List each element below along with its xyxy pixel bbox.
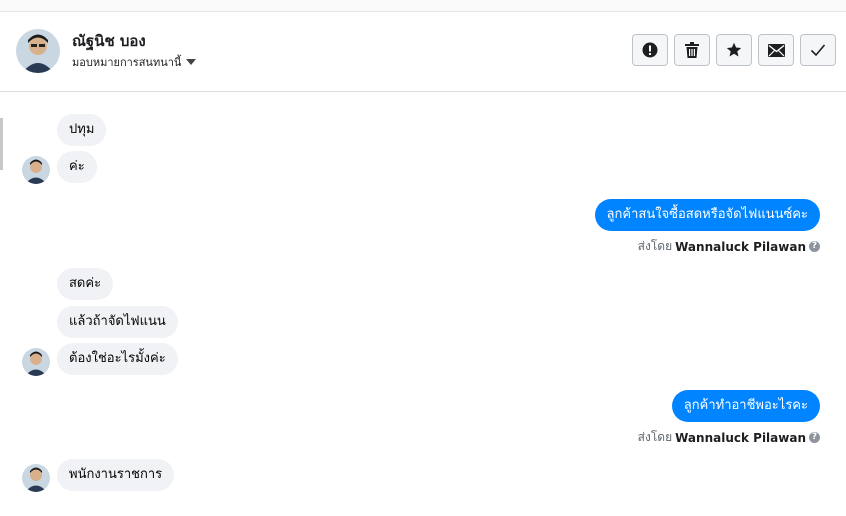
customer-avatar — [22, 464, 50, 492]
incoming-message: ค่ะ — [57, 151, 97, 183]
help-icon[interactable]: ? — [809, 432, 820, 443]
exclamation-icon — [642, 42, 658, 58]
conversation-header: ณัฐนิช บอง มอบหมายการสนทนานี้ — [0, 12, 846, 92]
mark-done-button[interactable] — [800, 34, 836, 66]
incoming-message: แล้วถ้าจัดไฟแนน — [57, 306, 178, 338]
incoming-message: ต้องใช่อะไรมั้งค่ะ — [57, 343, 178, 375]
assign-conversation-dropdown[interactable]: มอบหมายการสนทนานี้ — [72, 53, 197, 71]
action-toolbar — [632, 34, 836, 66]
sent-by-prefix: ส่งโดย — [637, 239, 673, 253]
avatar[interactable] — [16, 29, 60, 73]
outgoing-message: ลูกค้าสนใจซื้อสดหรือจัดไฟแนนซ์คะ — [594, 199, 820, 231]
sent-by-label: ส่งโดย Wannaluck Pilawan ? — [638, 237, 820, 256]
trash-icon — [685, 42, 699, 58]
agent-name: Wannaluck Pilawan — [675, 239, 806, 254]
caret-down-icon — [186, 59, 197, 65]
customer-avatar — [22, 348, 50, 376]
incoming-message: พนักงานราชการ — [57, 459, 175, 491]
sent-by-label: ส่งโดย Wannaluck Pilawan ? — [638, 428, 820, 447]
window-top-strip — [0, 0, 846, 12]
incoming-message: ปทุม — [57, 114, 107, 146]
customer-avatar — [22, 156, 50, 184]
incoming-message: สดค่ะ — [57, 268, 114, 300]
sent-by-prefix: ส่งโดย — [637, 430, 673, 444]
mark-spam-button[interactable] — [632, 34, 668, 66]
star-icon — [726, 42, 742, 57]
help-icon[interactable]: ? — [809, 241, 820, 252]
contact-name: ณัฐนิช บอง — [72, 32, 146, 50]
delete-button[interactable] — [674, 34, 710, 66]
envelope-icon — [767, 43, 785, 57]
mark-unread-button[interactable] — [758, 34, 794, 66]
assign-label: มอบหมายการสนทนานี้ — [72, 56, 182, 69]
scrollbar[interactable] — [0, 118, 3, 170]
outgoing-message: ลูกค้าทำอาชีพอะไรคะ — [671, 390, 820, 422]
star-button[interactable] — [716, 34, 752, 66]
check-icon — [810, 44, 826, 57]
agent-name: Wannaluck Pilawan — [675, 430, 806, 445]
